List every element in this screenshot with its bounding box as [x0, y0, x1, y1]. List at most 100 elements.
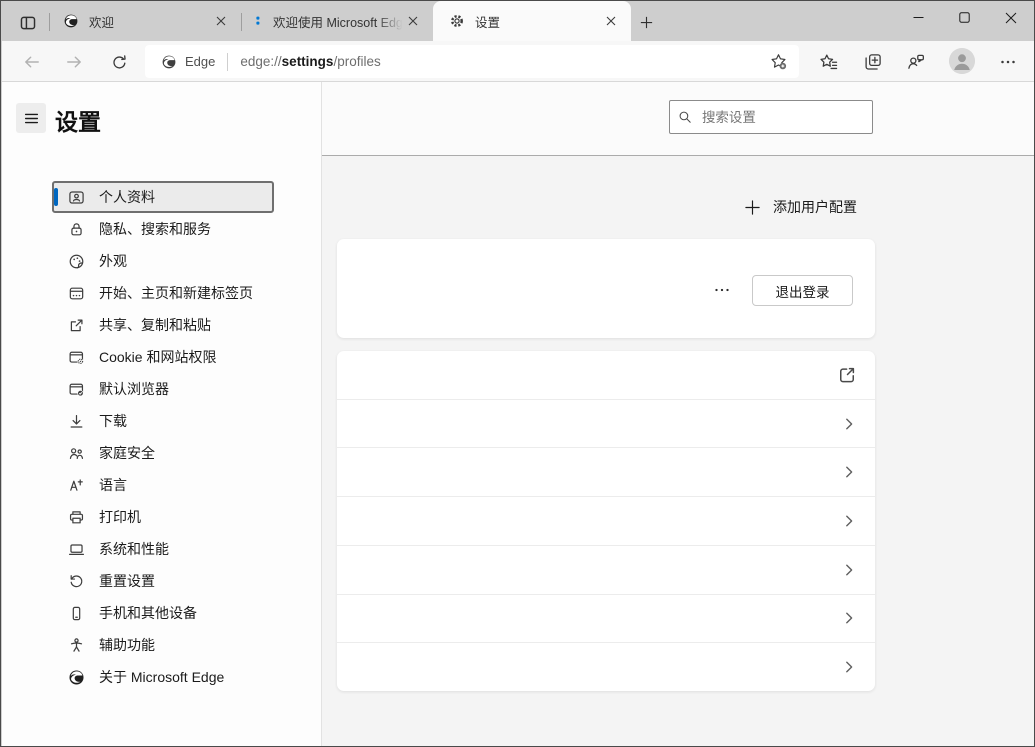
search-icon — [678, 109, 692, 125]
download-icon — [68, 413, 85, 430]
sidebar-item-label: 开始、主页和新建标签页 — [99, 283, 253, 303]
chevron-right-icon — [841, 513, 857, 529]
collections-icon[interactable] — [861, 50, 885, 74]
chevron-right-icon — [841, 610, 857, 626]
minimize-button[interactable] — [895, 1, 941, 34]
settings-sidebar: 设置 个人资料 隐私、搜索和服务 外观 开始、主页和新建标签页 共享、复制和粘贴 — [2, 82, 322, 747]
sidebar-item-label: 下载 — [99, 411, 127, 431]
profile-settings-list — [337, 351, 875, 691]
tab-welcome-edge[interactable]: 欢迎使用 Microsoft Edge — [245, 1, 431, 41]
sidebar-item-label: 语言 — [99, 475, 127, 495]
edge-badge-icon — [161, 54, 177, 70]
tab-settings[interactable]: 设置 — [433, 1, 631, 41]
gear-favicon — [449, 13, 465, 29]
add-favorite-icon[interactable] — [767, 51, 789, 73]
tab-separator — [241, 13, 242, 31]
sidebar-item-label: 手机和其他设备 — [99, 603, 197, 623]
sidebar-item-label: 默认浏览器 — [99, 379, 169, 399]
profile-avatar[interactable] — [949, 48, 975, 74]
sidebar-item-about-edge[interactable]: 关于 Microsoft Edge — [52, 661, 274, 693]
external-link-icon — [837, 365, 857, 385]
laptop-icon — [68, 541, 85, 558]
edge-logo-favicon — [63, 13, 79, 29]
sidebar-item-start-home-newtab[interactable]: 开始、主页和新建标签页 — [52, 277, 274, 309]
reset-icon — [68, 573, 85, 590]
tab-title: 欢迎 — [89, 12, 114, 31]
hamburger-menu-icon[interactable] — [16, 103, 46, 133]
sidebar-item-label: 打印机 — [99, 507, 141, 527]
sidebar-item-label: 重置设置 — [99, 571, 155, 591]
tab-strip: 欢迎 欢迎使用 Microsoft Edge 设置 — [1, 1, 1034, 41]
feedback-icon[interactable] — [904, 50, 928, 74]
sidebar-item-downloads[interactable]: 下载 — [52, 405, 274, 437]
sidebar-item-default-browser[interactable]: 默认浏览器 — [52, 373, 274, 405]
address-separator — [227, 53, 228, 71]
tab-welcome[interactable]: 欢迎 — [53, 1, 239, 41]
sidebar-item-cookies-permissions[interactable]: Cookie 和网站权限 — [52, 341, 274, 373]
sidebar-item-phone-devices[interactable]: 手机和其他设备 — [52, 597, 274, 629]
close-icon[interactable] — [213, 13, 229, 29]
sidebar-item-label: 个人资料 — [99, 187, 155, 207]
site-label: Edge — [185, 54, 215, 69]
profile-card-icon — [68, 189, 85, 206]
site-badge: Edge — [145, 54, 215, 70]
cookie-permissions-icon — [68, 349, 85, 366]
settings-search-input[interactable] — [702, 110, 864, 125]
sidebar-item-printers[interactable]: 打印机 — [52, 501, 274, 533]
more-menu-icon[interactable] — [996, 50, 1020, 74]
accessibility-icon — [68, 637, 85, 654]
sign-out-button[interactable]: 退出登录 — [752, 275, 853, 306]
close-icon[interactable] — [405, 13, 421, 29]
sidebar-item-system-performance[interactable]: 系统和性能 — [52, 533, 274, 565]
add-profile-button[interactable]: 添加用户配置 — [744, 195, 857, 219]
settings-search-box[interactable] — [669, 100, 873, 134]
tab-title: 设置 — [475, 12, 500, 31]
browser-window: 欢迎 欢迎使用 Microsoft Edge 设置 — [0, 0, 1035, 747]
edge-logo-icon — [68, 669, 85, 686]
sidebar-item-share-copy-paste[interactable]: 共享、复制和粘贴 — [52, 309, 274, 341]
blue-dots-favicon — [253, 13, 263, 29]
toolbar: Edge edge://settings/profiles — [2, 41, 1035, 82]
close-window-button[interactable] — [987, 1, 1035, 34]
settings-row[interactable] — [337, 545, 875, 594]
sidebar-item-family-safety[interactable]: 家庭安全 — [52, 437, 274, 469]
settings-row-sync[interactable] — [337, 351, 875, 399]
forward-arrow-icon[interactable] — [63, 51, 85, 73]
sidebar-item-languages[interactable]: 语言 — [52, 469, 274, 501]
tab-actions-icon[interactable] — [15, 12, 41, 34]
sidebar-item-label: 共享、复制和粘贴 — [99, 315, 211, 335]
refresh-icon[interactable] — [108, 51, 130, 73]
close-icon[interactable] — [603, 13, 619, 29]
language-icon — [68, 477, 85, 494]
url-text: edge://settings/profiles — [240, 54, 380, 69]
add-profile-label: 添加用户配置 — [773, 197, 857, 217]
sidebar-item-reset-settings[interactable]: 重置设置 — [52, 565, 274, 597]
settings-row[interactable] — [337, 399, 875, 448]
sidebar-item-accessibility[interactable]: 辅助功能 — [52, 629, 274, 661]
address-bar[interactable]: Edge edge://settings/profiles — [145, 45, 799, 78]
more-actions-icon[interactable] — [709, 281, 735, 299]
settings-row[interactable] — [337, 496, 875, 545]
plus-icon — [744, 199, 761, 216]
printer-icon — [68, 509, 85, 526]
tab-title: 欢迎使用 Microsoft Edge — [273, 12, 405, 31]
chevron-right-icon — [841, 659, 857, 675]
maximize-button[interactable] — [941, 1, 987, 34]
chevron-right-icon — [841, 464, 857, 480]
favorites-icon[interactable] — [817, 50, 841, 74]
palette-icon — [68, 253, 85, 270]
settings-row[interactable] — [337, 447, 875, 496]
family-icon — [68, 445, 85, 462]
sidebar-item-privacy[interactable]: 隐私、搜索和服务 — [52, 213, 274, 245]
new-tab-button[interactable] — [635, 13, 657, 31]
sidebar-item-label: 辅助功能 — [99, 635, 155, 655]
sidebar-item-label: 家庭安全 — [99, 443, 155, 463]
settings-row[interactable] — [337, 642, 875, 691]
sidebar-item-profiles[interactable]: 个人资料 — [52, 181, 274, 213]
settings-row[interactable] — [337, 594, 875, 643]
page-layout-icon — [68, 285, 85, 302]
sidebar-item-appearance[interactable]: 外观 — [52, 245, 274, 277]
chevron-right-icon — [841, 562, 857, 578]
back-arrow-icon[interactable] — [21, 51, 43, 73]
phone-icon — [68, 605, 85, 622]
